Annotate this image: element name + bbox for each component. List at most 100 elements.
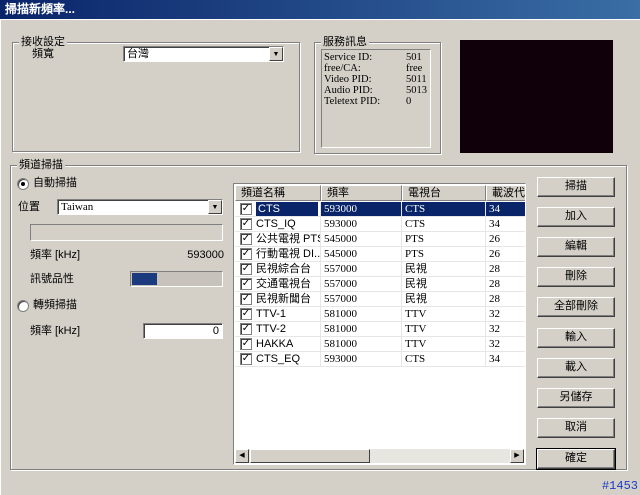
delete-all-button[interactable]: 全部刪除 — [537, 297, 615, 317]
channel-freq: 557000 — [321, 262, 402, 276]
signal-quality-bar — [130, 271, 223, 287]
channel-row[interactable]: ✓ 民視綜合台 557000 民視 28 — [235, 262, 525, 277]
channel-carrier: 28 — [486, 292, 525, 306]
channel-checkbox[interactable]: ✓ — [240, 353, 252, 365]
channel-list-header: 頻道名稱 頻率 電視台 載波代號 — [235, 185, 525, 201]
info-label: free/CA: — [324, 63, 361, 74]
save-as-button[interactable]: 另儲存 — [537, 388, 615, 408]
channel-station: 民視 — [402, 262, 486, 276]
info-value: free — [406, 63, 423, 74]
column-header-station[interactable]: 電視台 — [402, 185, 486, 201]
info-label: Teletext PID: — [324, 96, 381, 107]
channel-station: 民視 — [402, 277, 486, 291]
channel-row[interactable]: ✓ CTS 593000 CTS 34 — [235, 202, 525, 217]
channel-freq: 581000 — [321, 322, 402, 336]
channel-station: CTS — [402, 217, 486, 231]
channel-row[interactable]: ✓ 民視新聞台 557000 民視 28 — [235, 292, 525, 307]
horizontal-scrollbar[interactable]: ◀ ▶ — [235, 449, 524, 463]
manual-frequency-label: 頻率 [kHz] — [30, 325, 81, 337]
channel-station: CTS — [402, 202, 486, 216]
column-header-frequency[interactable]: 頻率 — [321, 185, 402, 201]
channel-station: 民視 — [402, 292, 486, 306]
channel-checkbox[interactable]: ✓ — [240, 308, 252, 320]
column-header-carrier[interactable]: 載波代號 — [486, 185, 525, 201]
info-value: 5013 — [406, 85, 427, 96]
signal-quality-fill — [132, 273, 157, 285]
channel-carrier: 26 — [486, 247, 525, 261]
channel-checkbox[interactable]: ✓ — [240, 293, 252, 305]
channel-station: PTS — [402, 247, 486, 261]
cancel-button[interactable]: 取消 — [537, 418, 615, 438]
channel-list[interactable]: 頻道名稱 頻率 電視台 載波代號 ✓CTS593000CTS34✓CTS_IQ5… — [233, 183, 526, 465]
channel-checkbox[interactable]: ✓ — [240, 218, 252, 230]
channel-row[interactable]: ✓ TTV-1 581000 TTV 32 — [235, 307, 525, 322]
channel-checkbox[interactable]: ✓ — [240, 248, 252, 260]
channel-station: PTS — [402, 232, 486, 246]
channel-row[interactable]: ✓ CTS_EQ 593000 CTS 34 — [235, 352, 525, 367]
channel-carrier: 26 — [486, 232, 525, 246]
channel-row[interactable]: ✓ HAKKA 581000 TTV 32 — [235, 337, 525, 352]
column-header-name[interactable]: 頻道名稱 — [235, 185, 321, 201]
channel-row[interactable]: ✓ CTS_IQ 593000 CTS 34 — [235, 217, 525, 232]
signal-quality-label: 訊號品性 — [30, 273, 74, 285]
channel-freq: 557000 — [321, 277, 402, 291]
service-info-row: Service ID: 501 — [324, 52, 428, 63]
channel-freq: 593000 — [321, 352, 402, 366]
manual-scan-label: 轉頻掃描 — [33, 299, 77, 311]
channel-carrier: 34 — [486, 352, 525, 366]
channel-row[interactable]: ✓ 行動電視 DI... 545000 PTS 26 — [235, 247, 525, 262]
channel-name: 交通電視台 — [256, 278, 311, 290]
channel-row[interactable]: ✓ TTV-2 581000 TTV 32 — [235, 322, 525, 337]
scroll-left-icon[interactable]: ◀ — [235, 449, 249, 463]
disabled-field — [30, 224, 223, 241]
reception-settings-legend: 接收設定 — [19, 35, 67, 49]
chevron-down-icon[interactable]: ▼ — [269, 47, 283, 61]
channel-name: TTV-1 — [256, 308, 286, 320]
load-button[interactable]: 載入 — [537, 358, 615, 378]
chevron-down-icon[interactable]: ▼ — [208, 200, 222, 214]
service-info-row: Video PID: 5011 — [324, 74, 428, 85]
frequency-label: 頻率 [kHz] — [30, 249, 81, 261]
info-label: Audio PID: — [324, 85, 373, 96]
channel-carrier: 32 — [486, 337, 525, 351]
info-value: 501 — [406, 52, 422, 63]
scan-button[interactable]: 掃描 — [537, 177, 615, 197]
channel-checkbox[interactable]: ✓ — [240, 203, 252, 215]
channel-checkbox[interactable]: ✓ — [240, 233, 252, 245]
add-button[interactable]: 加入 — [537, 207, 615, 227]
channel-checkbox[interactable]: ✓ — [240, 263, 252, 275]
channel-checkbox[interactable]: ✓ — [240, 323, 252, 335]
info-label: Video PID: — [324, 74, 372, 85]
scroll-right-icon[interactable]: ▶ — [510, 449, 524, 463]
auto-scan-radio[interactable] — [17, 178, 29, 190]
window-title: 掃描新頻率... — [0, 0, 640, 19]
service-info-row: Teletext PID: 0 — [324, 96, 428, 107]
scrollbar-thumb[interactable] — [250, 449, 370, 463]
channel-checkbox[interactable]: ✓ — [240, 338, 252, 350]
channel-name: HAKKA — [256, 338, 294, 350]
channel-row[interactable]: ✓ 交通電視台 557000 民視 28 — [235, 277, 525, 292]
channel-carrier: 34 — [486, 217, 525, 231]
import-button[interactable]: 輸入 — [537, 328, 615, 348]
manual-scan-radio[interactable] — [17, 300, 29, 312]
position-select[interactable]: Taiwan ▼ — [57, 199, 223, 215]
service-info-legend: 服務訊息 — [321, 35, 369, 49]
channel-freq: 557000 — [321, 292, 402, 306]
video-preview — [460, 40, 613, 153]
channel-freq: 545000 — [321, 247, 402, 261]
channel-checkbox[interactable]: ✓ — [240, 278, 252, 290]
ok-button[interactable]: 確定 — [536, 448, 616, 470]
manual-frequency-input[interactable]: 0 — [143, 323, 223, 339]
position-label: 位置 — [18, 201, 40, 213]
delete-button[interactable]: 刪除 — [537, 267, 615, 287]
info-label: Service ID: — [324, 52, 373, 63]
channel-scan-legend: 頻道掃描 — [17, 158, 65, 172]
channel-row[interactable]: ✓ 公共電視 PTS 545000 PTS 26 — [235, 232, 525, 247]
bandwidth-value: 台灣 — [127, 48, 149, 60]
channel-name: 民視綜合台 — [256, 263, 311, 275]
bandwidth-select[interactable]: 台灣 ▼ — [123, 46, 284, 62]
channel-name: 公共電視 PTS — [256, 233, 321, 245]
frequency-value: 593000 — [187, 249, 224, 261]
edit-button[interactable]: 編輯 — [537, 237, 615, 257]
channel-station: TTV — [402, 337, 486, 351]
